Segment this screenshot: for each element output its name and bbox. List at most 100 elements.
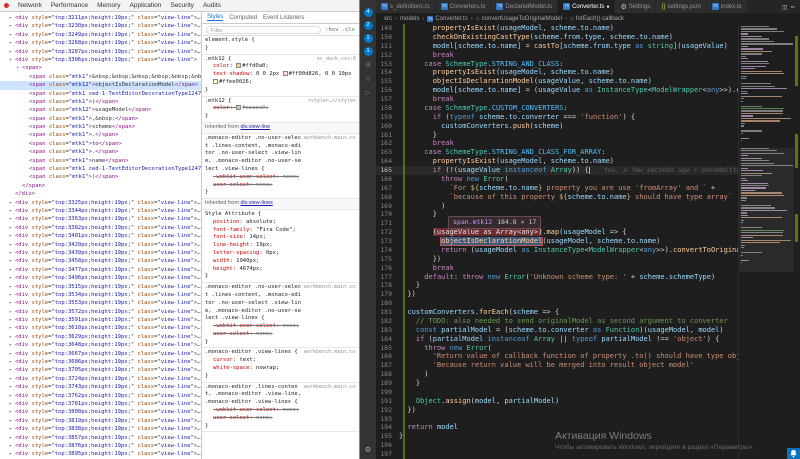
devtools-tab-security[interactable]: Security (166, 1, 197, 10)
code-line[interactable]: 189 } (376, 379, 738, 388)
breadcrumb-item[interactable]: ◇for​Each() callback (570, 16, 624, 22)
code-line[interactable]: 170 } (376, 210, 738, 219)
dom-tree-row[interactable]: <span class="mtk1">.</span> (0, 131, 201, 139)
styles-selector[interactable]: .monaco-editor .no-user-select .lines-co… (205, 284, 356, 323)
styles-pane-tab-styles[interactable]: Styles (207, 14, 223, 21)
stylesheet-source-link[interactable]: <style>…</style> (308, 98, 356, 106)
code-line[interactable]: 158 case SchemeType.CUSTOM_CONVERTERS: (376, 104, 738, 113)
breadcrumb-item[interactable]: src (384, 16, 392, 22)
code-line[interactable]: 177 default: throw new Error('Unknown sc… (376, 273, 738, 282)
code-line[interactable]: 160 customConverters.push(scheme) (376, 122, 738, 131)
styles-property[interactable]: user-select: none; (205, 331, 356, 339)
dom-tree-row[interactable]: </span> (0, 182, 201, 190)
activity-badge[interactable]: 1 (364, 34, 373, 43)
devtools-tab-memory[interactable]: Memory (93, 1, 124, 10)
breadcrumb-item[interactable]: TSConverter.ts (427, 16, 467, 22)
dom-tree-row[interactable]: </div> (0, 190, 201, 198)
styles-selector[interactable]: .monaco-editor .lines-content, .monaco-e… (205, 384, 356, 407)
dom-tree-row[interactable]: ▸<div style="top:3382px;height:19px;" cl… (0, 224, 201, 232)
styles-property[interactable]: height: 4674px; (205, 266, 356, 274)
code-line[interactable]: 191 Object.assign(model, partialModel) (376, 397, 738, 406)
dom-tree-row[interactable]: ▸<div style="top:3534px;height:19px;" cl… (0, 291, 201, 299)
styles-property[interactable]: font-size: 14px; (205, 234, 356, 242)
devtools-tab-application[interactable]: Application (126, 1, 166, 10)
styles-property[interactable]: color: #cecea9; (205, 105, 356, 113)
dom-tree-row[interactable]: ▸<div style="top:3819px;height:19px;" cl… (0, 417, 201, 425)
editor-tab-settings-json[interactable]: {}settings.json (656, 0, 706, 13)
styles-property[interactable]: -webkit-user-select: none; (205, 174, 356, 182)
code-line[interactable]: 181 customConverters.forEach(scheme => { (376, 308, 738, 317)
dom-tree-row[interactable]: ▸<div style="top:3363px;height:19px;" cl… (0, 215, 201, 223)
dom-tree-row[interactable]: ▸<div style="top:3895px;height:19px;" cl… (0, 450, 201, 458)
styles-property[interactable]: user-select: none; (205, 182, 356, 190)
code-line[interactable]: 190 (376, 388, 738, 397)
dom-tree[interactable]: ▸<div style="top:3211px;height:19px;" cl… (0, 12, 202, 459)
editor-tab-converter-ts[interactable]: TSConverter.ts● (558, 0, 615, 13)
dom-tree-row[interactable]: ▸<div style="top:3344px;height:19px;" cl… (0, 207, 201, 215)
dom-tree-row[interactable]: <span class="mtk1 ced-1-TextEditorDecora… (0, 90, 201, 98)
run-icon[interactable]: ▷ (366, 88, 371, 98)
code-line[interactable]: 155 objectIsDeclarationModel(usageValue,… (376, 77, 738, 86)
dom-tree-row[interactable]: ▸<div style="top:3572px;height:19px;" cl… (0, 308, 201, 316)
dom-tree-row[interactable]: <span class="mtk1">(</span> (0, 98, 201, 106)
code-line[interactable]: 168 `because of this property ${scheme.t… (376, 193, 738, 202)
code-line[interactable]: 162 break (376, 139, 738, 148)
code-line[interactable]: 176 break (376, 264, 738, 273)
code-line[interactable]: 159 if (typeof scheme.to.converter === '… (376, 113, 738, 122)
dom-tree-row[interactable]: <span class="mtk1">&nbsp;&nbsp;&nbsp;&nb… (0, 73, 201, 81)
code-line[interactable]: 152 break (376, 51, 738, 60)
dom-tree-row[interactable]: <span class="mtk1">)</span> (0, 173, 201, 181)
more-actions-icon[interactable]: ⋯ (791, 3, 795, 11)
dom-tree-row[interactable]: ▸<div style="top:3667px;height:19px;" cl… (0, 350, 201, 358)
code-line[interactable]: 165 if (!(usageValue instanceof Array)) … (376, 166, 738, 175)
dom-tree-row[interactable]: ▸<div style="top:3648px;height:19px;" cl… (0, 341, 201, 349)
dom-tree-row[interactable]: ▸<div style="top:3496px;height:19px;" cl… (0, 274, 201, 282)
dom-tree-row[interactable]: ▸<div style="top:3249px;height:19px;" cl… (0, 31, 201, 39)
code-line[interactable]: 171 (376, 219, 738, 228)
styles-property[interactable]: text-shadow: 0 0 2px #ff00d826, 0 0 10px… (205, 71, 356, 87)
dom-tree-row[interactable]: ▾<span> (0, 64, 201, 72)
dom-tree-row[interactable]: ▸<div style="top:3211px;height:19px;" cl… (0, 14, 201, 22)
dom-tree-row[interactable]: ▸<div style="top:3477px;height:19px;" cl… (0, 266, 201, 274)
styles-toggle-buttons[interactable]: :hov .cls (325, 27, 355, 33)
activity-badge[interactable]: 4 (364, 8, 373, 17)
styles-selector[interactable]: element.style { (205, 37, 356, 45)
notification-bell-icon[interactable] (787, 448, 800, 459)
styles-selector[interactable]: .monaco-editor .view-lines {workbench.ma… (205, 349, 356, 357)
code-line[interactable]: 175 }) (376, 255, 738, 264)
dom-tree-row[interactable]: ▸<div style="top:3838px;height:19px;" cl… (0, 425, 201, 433)
code-line[interactable]: 149 propertyIsExist(usageModel, scheme.t… (376, 24, 738, 33)
code-line[interactable]: 180 (376, 299, 738, 308)
code-line[interactable]: 183 const partialModel = (scheme.to.conv… (376, 326, 738, 335)
styles-property[interactable]: cursor: text; (205, 357, 356, 365)
code-line[interactable]: 156 model[scheme.to.name] = (usageValue … (376, 86, 738, 95)
extensions-icon[interactable]: ⊞ (366, 60, 371, 70)
code-line[interactable]: 187 'Because return value will be merged… (376, 361, 738, 370)
code-line[interactable]: 193 (376, 415, 738, 424)
dom-tree-row[interactable]: ▸<div style="top:3591px;height:19px;" cl… (0, 316, 201, 324)
manage-gear-icon[interactable]: ⚙ (365, 445, 370, 455)
devtools-tab-performance[interactable]: Performance (47, 1, 92, 10)
styles-property[interactable]: color: #ffd0a0; (205, 63, 356, 71)
code-line[interactable]: 167 `For ${scheme.to.name} property you … (376, 184, 738, 193)
code-line[interactable]: 166 throw new Error( (376, 175, 738, 184)
styles-pane-tab-event-listeners[interactable]: Event Listeners (263, 15, 304, 21)
editor-tab-converters-ts[interactable]: TSConverters.ts (436, 0, 492, 13)
code-line[interactable]: 188 ) (376, 370, 738, 379)
styles-selector[interactable]: Style Attribute { (205, 211, 356, 219)
styles-selector[interactable]: .mtk12 {vs_dark.css:6 (205, 56, 356, 64)
styles-pane-tab-computed[interactable]: Computed (229, 15, 257, 21)
color-swatch-icon[interactable] (283, 71, 288, 76)
dom-tree-row[interactable]: ▸<div style="top:3325px;height:19px;" cl… (0, 199, 201, 207)
stylesheet-source-link[interactable]: workbench.main.css:3 (304, 135, 356, 143)
styles-filter-input[interactable]: Filter (206, 26, 321, 34)
code-line[interactable]: 151 model[scheme.to.name] = castTo[schem… (376, 42, 738, 51)
color-swatch-icon[interactable] (213, 79, 218, 84)
dom-tree-row[interactable]: ▸<div style="top:3876px;height:19px;" cl… (0, 442, 201, 450)
dom-tree-row[interactable]: <span class="mtk1">.</span> (0, 148, 201, 156)
styles-property[interactable]: letter-spacing: 0px; (205, 250, 356, 258)
styles-property[interactable]: user-select: none; (205, 415, 356, 423)
color-swatch-icon[interactable] (236, 105, 241, 110)
styles-selector[interactable]: .mtk12 {<style>…</style> (205, 98, 356, 106)
dom-tree-row[interactable]: ▸<div style="top:3515px;height:19px;" cl… (0, 283, 201, 291)
